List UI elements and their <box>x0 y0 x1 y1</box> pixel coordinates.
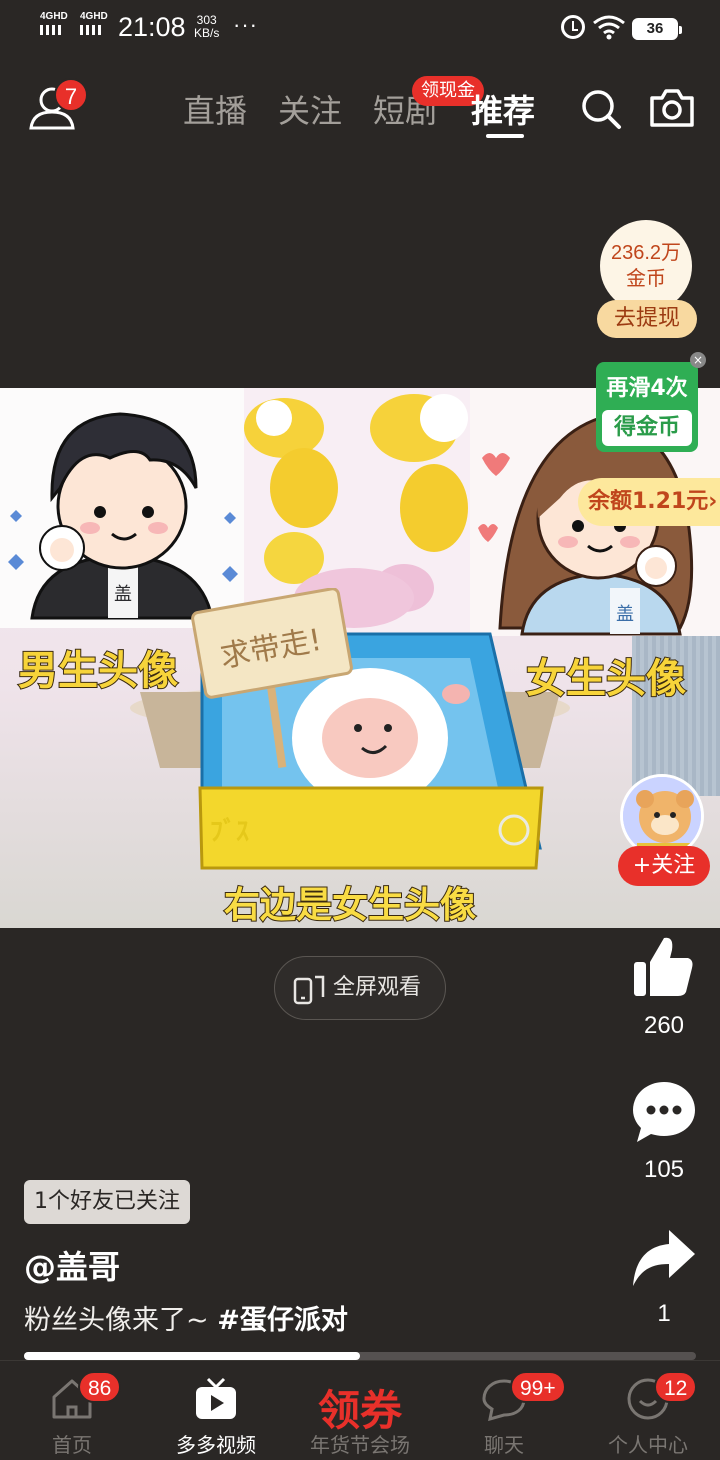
camera-icon[interactable] <box>648 88 696 128</box>
hashtag-link[interactable]: #蛋仔派对 <box>217 1305 348 1336</box>
nav-profile-label: 个人中心 <box>608 1433 688 1457</box>
chat-badge: 99+ <box>510 1371 566 1403</box>
share-count: 1 <box>657 1300 671 1327</box>
friends-followed-tag: 1个好友已关注 <box>24 1180 190 1224</box>
coin-amount: 236.2万 <box>610 242 682 264</box>
box-label: ﾌﾞｽ <box>210 816 249 847</box>
home-badge: 86 <box>78 1371 122 1403</box>
comment-icon <box>633 1082 695 1142</box>
share-icon <box>633 1230 695 1286</box>
coin-balance[interactable]: 236.2万 金币 <box>600 220 692 312</box>
battery-icon: 36 <box>632 18 682 40</box>
withdraw-button[interactable]: 去提现 <box>597 300 697 338</box>
reward-text: 得金币 <box>602 410 692 446</box>
clock: 21:08 <box>118 12 186 42</box>
balance-pill[interactable]: 余额1.21元› <box>578 478 720 526</box>
search-icon[interactable] <box>580 88 622 130</box>
swipe-count-text: 再滑4次 <box>606 376 688 401</box>
like-count: 260 <box>643 1012 685 1039</box>
nav-festival-label: 年货节会场 <box>310 1433 410 1457</box>
signal-2-icon: 4GHD <box>80 12 108 35</box>
alarm-icon <box>561 15 585 39</box>
profile-badge: 12 <box>654 1371 698 1403</box>
close-icon[interactable]: × <box>690 352 706 368</box>
description-text: 粉丝头像来了~ <box>24 1305 218 1336</box>
notification-badge: 7 <box>54 78 88 112</box>
speed-unit: KB/s <box>194 26 220 40</box>
nav-chat-label: 聊天 <box>484 1433 524 1457</box>
nav-video[interactable]: 多多视频 <box>144 1361 288 1460</box>
fullscreen-label: 全屏观看 <box>333 975 422 1000</box>
tab-following[interactable]: 关注 <box>278 86 342 132</box>
tab-live[interactable]: 直播 <box>183 86 247 132</box>
boy-avatar-label: 男生头像 <box>17 647 179 695</box>
coin-unit: 金币 <box>626 268 666 290</box>
sim2-label: 4GHD <box>80 11 108 22</box>
more-status-icon: ··· <box>233 12 258 37</box>
author-name[interactable]: @盖哥 <box>24 1242 120 1288</box>
active-tab-indicator <box>486 134 524 138</box>
top-nav: 7 直播 关注 短剧 领现金 推荐 <box>0 70 720 150</box>
comment-count: 105 <box>643 1156 685 1183</box>
signal-1-icon: 4GHD <box>40 12 68 35</box>
chevron-right-icon: › <box>708 489 718 514</box>
girl-avatar-label: 女生头像 <box>525 655 687 703</box>
comment-action[interactable]: 105 <box>624 1080 704 1184</box>
balance-text: 余额1.21元 <box>588 489 709 514</box>
network-speed: 303 KB/s <box>194 14 219 40</box>
nav-chat[interactable]: 99+ 聊天 <box>432 1361 576 1460</box>
bottom-nav: 86 首页 多多视频 领券 年货节会场 99+ 聊天 12 个人中心 <box>0 1360 720 1460</box>
video-caption: 右边是女生头像 <box>223 884 477 927</box>
like-action[interactable]: 260 <box>624 934 704 1040</box>
post-description: 粉丝头像来了~ #蛋仔派对 <box>24 1298 348 1337</box>
sim1-label: 4GHD <box>40 11 68 22</box>
video-player[interactable]: 盖 盖 ﾌﾞｽ 求带走! 男生头像 女生头像 右边是女生头像 <box>0 388 720 928</box>
eggy-box-scene: ﾌﾞｽ 求带走! <box>130 588 570 870</box>
status-bar: 4GHD 4GHD 21:08 303 KB/s ··· 36 <box>0 0 720 56</box>
follow-button[interactable]: +关注 <box>618 846 710 886</box>
share-action[interactable]: 1 <box>624 1228 704 1328</box>
nav-video-label: 多多视频 <box>176 1433 256 1457</box>
thumbs-up-icon <box>634 937 693 996</box>
video-progress-bar[interactable] <box>24 1352 696 1360</box>
nav-home-label: 首页 <box>52 1433 92 1457</box>
nav-home[interactable]: 86 首页 <box>0 1361 144 1460</box>
swipe-reward-card[interactable]: 再滑4次 得金币 <box>596 362 698 452</box>
nav-profile[interactable]: 12 个人中心 <box>576 1361 720 1460</box>
nav-festival[interactable]: 领券 年货节会场 <box>288 1361 432 1460</box>
fullscreen-button[interactable]: 全屏观看 <box>274 956 446 1020</box>
progress-fill <box>24 1352 360 1360</box>
video-icon <box>196 1377 236 1419</box>
wifi-icon <box>593 15 625 40</box>
svg-text:盖: 盖 <box>616 604 634 625</box>
tab-recommended[interactable]: 推荐 <box>471 86 535 132</box>
fullscreen-icon <box>293 975 325 1005</box>
